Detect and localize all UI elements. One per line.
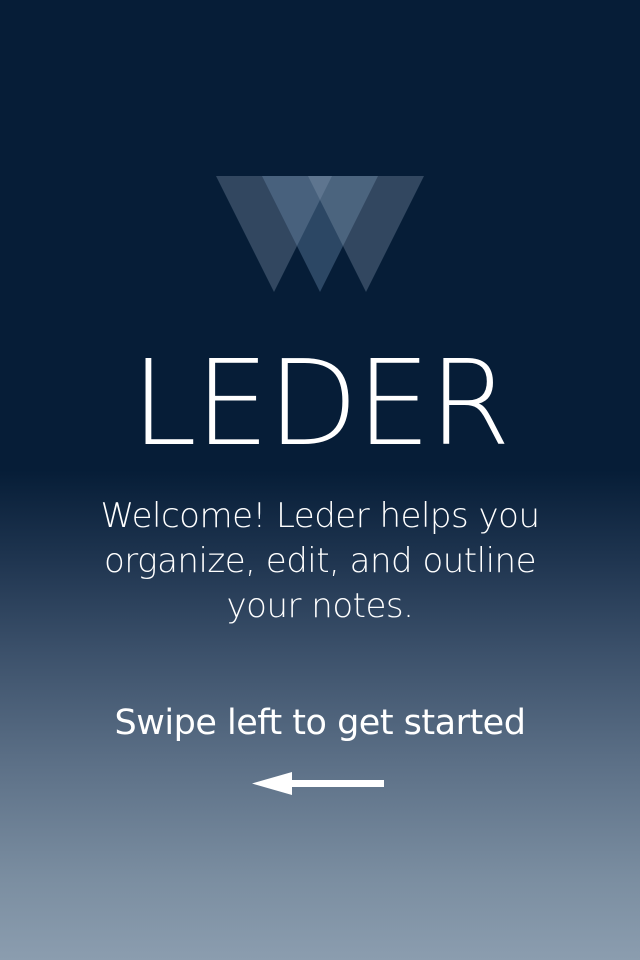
welcome-message: Welcome! Leder helps you organize, edit,… xyxy=(90,494,550,629)
welcome-line: Welcome! Leder helps you xyxy=(100,496,541,536)
welcome-line: organize, edit, and outline xyxy=(103,541,537,581)
swipe-hint: Swipe left to get started xyxy=(114,703,526,743)
onboarding-screen[interactable]: LEDER Welcome! Leder helps you organize,… xyxy=(0,0,640,960)
app-title: LEDER xyxy=(131,334,511,472)
arrow-left-icon xyxy=(252,772,384,795)
leder-w-logo-icon xyxy=(216,176,424,292)
welcome-line: your notes. xyxy=(226,586,414,626)
